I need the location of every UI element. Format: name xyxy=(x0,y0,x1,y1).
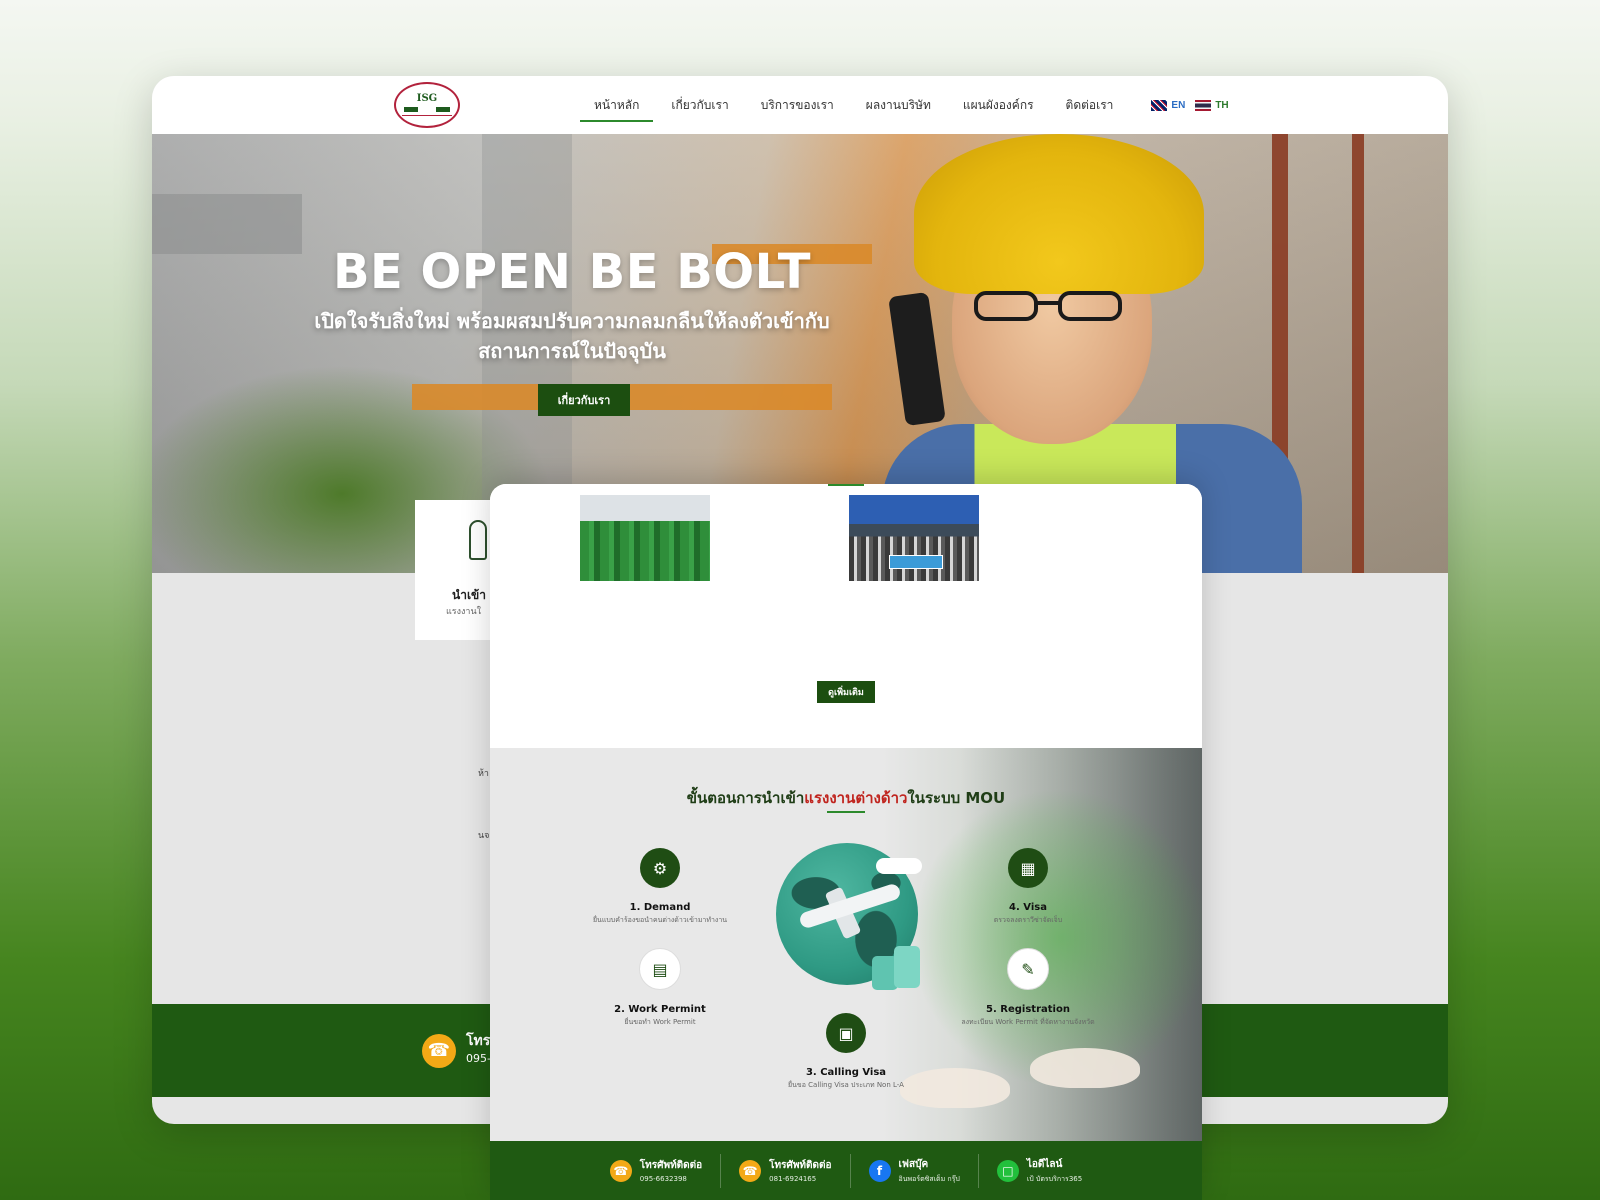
contact-line-label: ไอดีไลน์ xyxy=(1026,1158,1063,1170)
walkie-talkie xyxy=(888,291,946,427)
hero-subtitle: เปิดใจรับสิ่งใหม่ พร้อมผสมปรับความกลมกลื… xyxy=(314,309,830,363)
service-card-subtitle: แรงงานใ xyxy=(446,607,482,617)
suitcase-illustration-2 xyxy=(894,946,920,988)
facebook-icon: f xyxy=(868,1159,891,1182)
step-5-desc: ลงทะเบียน Work Permit ที่จัดหางานจังหวัด xyxy=(961,1018,1095,1026)
menu-item-about[interactable]: เกี่ยวกับเรา xyxy=(655,76,744,134)
step-2-desc: ยื่นขอทำ Work Permit xyxy=(624,1018,696,1026)
step-1-title: 1. Demand xyxy=(629,902,691,913)
mou-step-5: ✎ 5. Registration ลงทะเบียน Work Permit … xyxy=(938,948,1118,1028)
menu-item-org-chart[interactable]: แผนผังองค์กร xyxy=(947,76,1050,134)
step-3-desc: ยื่นขอ Calling Visa ประเภท Non L-A xyxy=(788,1081,904,1089)
contact-line-value: เป้ บัตรบริการ365 xyxy=(1026,1174,1083,1183)
see-more-button[interactable]: ดูเพิ่มเติม xyxy=(817,681,875,703)
contact-phone-2-label: โทรศัพท์ติดต่อ xyxy=(769,1160,832,1171)
contact-facebook[interactable]: f เฟสบุ๊ค อินพอร์ตซิสเต็ม กรุ๊ป xyxy=(851,1153,979,1188)
step-2-title: 2. Work Permint xyxy=(614,1004,706,1015)
step-3-title: 3. Calling Visa xyxy=(805,1067,887,1078)
thai-flag-icon[interactable] xyxy=(1195,99,1212,111)
service-card-title: นำเข้า xyxy=(452,588,486,602)
back-text-fragment-2: นจ xyxy=(478,831,490,841)
worker-helmet xyxy=(914,134,1204,294)
contact-facebook-label: เฟสบุ๊ค xyxy=(898,1158,929,1170)
hero-about-button[interactable]: เกี่ยวกับเรา xyxy=(538,384,630,416)
right-hand-graphic xyxy=(1030,1048,1140,1088)
menu-item-contact[interactable]: ติดต่อเรา xyxy=(1050,76,1130,134)
contact-phone-1[interactable]: ☎ โทรศัพท์ติดต่อ 095-6632398 xyxy=(592,1153,722,1188)
back-phone-label: โทร xyxy=(466,1033,491,1049)
lang-th-link[interactable]: TH xyxy=(1215,100,1228,111)
main-menu: หน้าหลัก เกี่ยวกับเรา บริการของเรา ผลงาน… xyxy=(578,76,1229,134)
uk-flag-icon[interactable] xyxy=(1151,99,1168,111)
contact-footer-bar: ☎ โทรศัพท์ติดต่อ 095-6632398 ☎ โทรศัพท์ต… xyxy=(490,1141,1202,1200)
contact-phone-1-value: 095-6632398 xyxy=(639,1175,687,1183)
passport-icon: ▣ xyxy=(826,1013,866,1053)
back-text-fragment-1: ห้า xyxy=(478,769,489,779)
section-accent-line xyxy=(828,484,864,486)
lang-en-link[interactable]: EN xyxy=(1171,100,1185,111)
contact-line[interactable]: □ ไอดีไลน์ เป้ บัตรบริการ365 xyxy=(979,1154,1100,1188)
logo-stripe-left xyxy=(404,107,418,112)
mou-step-2: ▤ 2. Work Permint ยื่นขอทำ Work Permit xyxy=(570,948,750,1028)
demand-icon: ⚙ xyxy=(640,848,680,888)
front-page-window: ดูเพิ่มเติม ขั้นตอนการนำเข้าแรงงานต่างด้… xyxy=(490,484,1202,1200)
menu-item-portfolio[interactable]: ผลงานบริษัท xyxy=(850,76,947,134)
mou-title-highlight: แรงงานต่างด้าว xyxy=(804,789,908,807)
back-phone-number[interactable]: 095- xyxy=(466,1052,491,1065)
contact-facebook-value: อินพอร์ตซิสเต็ม กรุ๊ป xyxy=(898,1174,960,1183)
mou-title-prefix: ขั้นตอนการนำเข้า xyxy=(686,789,805,807)
gallery-photo-classroom[interactable] xyxy=(580,495,710,581)
gallery-section: ดูเพิ่มเติม xyxy=(490,484,1202,748)
contact-phone-1-label: โทรศัพท์ติดต่อ xyxy=(639,1160,703,1171)
mou-step-3: ▣ 3. Calling Visa ยื่นขอ Calling Visa ปร… xyxy=(756,1013,936,1091)
logo-ring xyxy=(402,115,452,116)
hero-bg-steel-column-2 xyxy=(1352,134,1364,573)
step-4-desc: ตรวจลงตราวีซ่าจัดเจ็บ xyxy=(993,916,1063,924)
cloud-illustration xyxy=(876,858,922,874)
logo-text: ISG xyxy=(416,93,438,104)
mou-title-underline xyxy=(827,811,865,813)
gallery-photo-group[interactable] xyxy=(849,495,979,581)
step-4-title: 4. Visa xyxy=(1009,902,1047,913)
document-icon: ▤ xyxy=(639,948,681,990)
green-glow xyxy=(910,788,1202,1088)
contact-phone-2[interactable]: ☎ โทรศัพท์ติดต่อ 081-6924165 xyxy=(721,1153,851,1188)
language-switcher: EN TH xyxy=(1151,99,1229,111)
company-logo[interactable]: ISG xyxy=(394,82,460,128)
mou-process-section: ขั้นตอนการนำเข้าแรงงานต่างด้าวในระบบ MOU… xyxy=(490,748,1202,1141)
line-icon: □ xyxy=(996,1159,1019,1182)
menu-item-home[interactable]: หน้าหลัก xyxy=(578,76,655,134)
contact-phone-2-value: 081-6924165 xyxy=(769,1175,817,1183)
mou-step-4: ▦ 4. Visa ตรวจลงตราวีซ่าจัดเจ็บ xyxy=(938,848,1118,926)
step-1-desc: ยื่นแบบคำร้องขอนำคนต่างด้าวเข้ามาทำงาน xyxy=(592,916,728,924)
menu-item-services[interactable]: บริการของเรา xyxy=(745,76,850,134)
mou-section-title: ขั้นตอนการนำเข้าแรงงานต่างด้าวในระบบ MOU xyxy=(490,786,1202,810)
step-5-title: 5. Registration xyxy=(986,1004,1070,1015)
visa-card-icon: ▦ xyxy=(1008,848,1048,888)
worker-glasses xyxy=(974,291,1122,321)
mou-step-1: ⚙ 1. Demand ยื่นแบบคำร้องขอนำคนต่างด้าวเ… xyxy=(570,848,750,926)
phone-icon: ☎ xyxy=(739,1159,762,1182)
clipboard-icon: ✎ xyxy=(1007,948,1049,990)
top-navbar: ISG หน้าหลัก เกี่ยวกับเรา บริการของเรา ผ… xyxy=(152,76,1448,134)
mou-title-suffix: ในระบบ MOU xyxy=(907,789,1006,807)
phone-icon: ☎ xyxy=(609,1159,632,1182)
group-photo-banner xyxy=(889,555,943,569)
worker-icon xyxy=(469,520,487,560)
logo-stripe-right xyxy=(436,107,450,112)
hero-title: BE OPEN BE BOLT xyxy=(332,244,812,300)
phone-icon[interactable]: ☎ xyxy=(422,1034,456,1068)
